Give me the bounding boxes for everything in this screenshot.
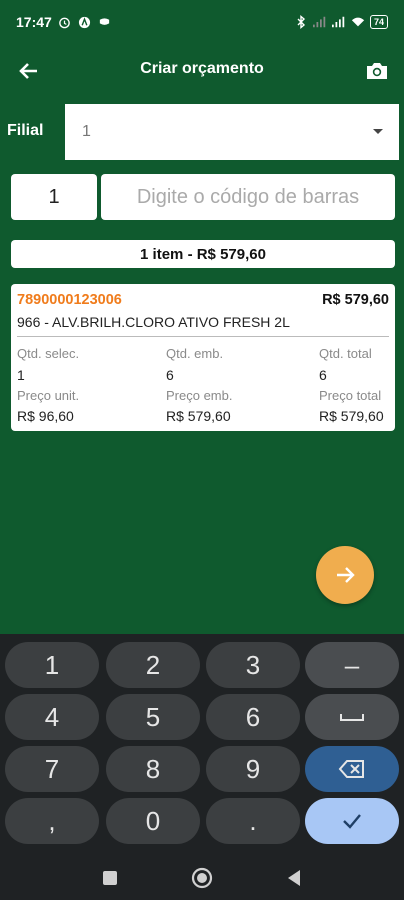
next-button[interactable] [316, 546, 374, 604]
key-0[interactable]: 0 [106, 798, 200, 844]
key-6[interactable]: 6 [206, 694, 300, 740]
filial-dropdown[interactable]: 1 [65, 104, 399, 160]
item-description: 966 - ALV.BRILH.CLORO ATIVO FRESH 2L [17, 314, 290, 330]
arrow-right-icon [337, 567, 355, 583]
alarm-icon [58, 15, 72, 29]
key-comma[interactable]: , [5, 798, 99, 844]
key-9[interactable]: 9 [206, 746, 300, 792]
app-notification-icon [78, 15, 92, 29]
camera-icon [367, 63, 387, 79]
status-time: 17:47 [16, 14, 52, 30]
qtd-emb-value: 6 [166, 367, 174, 383]
filial-value: 1 [82, 123, 91, 140]
quantity-input[interactable]: 1 [11, 174, 97, 220]
recents-button[interactable] [100, 868, 120, 888]
preco-emb-label: Preço emb. [166, 388, 233, 403]
key-space[interactable] [305, 694, 399, 740]
system-nav-bar [0, 854, 404, 900]
barcode-input[interactable]: Digite o código de barras [101, 174, 395, 220]
check-icon [343, 814, 361, 829]
qtd-emb-label: Qtd. emb. [166, 346, 224, 361]
camera-button[interactable] [362, 56, 392, 86]
home-button[interactable] [190, 866, 214, 890]
bluetooth-icon [294, 15, 308, 29]
signal-5g-icon [331, 15, 346, 29]
key-5[interactable]: 5 [106, 694, 200, 740]
preco-unit-label: Preço unit. [17, 388, 80, 403]
item-barcode: 7890000123006 [17, 292, 122, 308]
key-7[interactable]: 7 [5, 746, 99, 792]
chat-notification-icon [98, 15, 112, 29]
item-price-total: R$ 579,60 [322, 292, 389, 308]
app-bar: Criar orçamento [0, 44, 404, 98]
key-minus[interactable]: – [305, 642, 399, 688]
triangle-back-icon [288, 870, 300, 886]
wifi-icon [351, 15, 365, 29]
backspace-icon [338, 760, 364, 778]
square-icon [103, 871, 117, 885]
qtd-total-value: 6 [319, 367, 327, 383]
status-bar: 17:47 74 [0, 0, 404, 44]
preco-emb-value: R$ 579,60 [166, 408, 231, 424]
key-3[interactable]: 3 [206, 642, 300, 688]
key-delete[interactable] [305, 746, 399, 792]
key-enter[interactable] [305, 798, 399, 844]
key-period[interactable]: . [206, 798, 300, 844]
filial-row: Filial 1 [0, 104, 404, 160]
key-4[interactable]: 4 [5, 694, 99, 740]
back-nav-button[interactable] [284, 868, 304, 888]
qtd-selec-label: Qtd. selec. [17, 346, 80, 361]
key-8[interactable]: 8 [106, 746, 200, 792]
filial-label: Filial [7, 122, 44, 139]
numeric-keyboard: 1 2 3 – 4 5 6 7 8 9 , 0 . [0, 634, 404, 854]
qtd-total-label: Qtd. total [319, 346, 372, 361]
key-2[interactable]: 2 [106, 642, 200, 688]
preco-total-value: R$ 579,60 [319, 408, 384, 424]
chevron-down-icon [373, 129, 383, 134]
signal-weak-icon [312, 15, 327, 29]
key-1[interactable]: 1 [5, 642, 99, 688]
space-icon [340, 714, 364, 721]
order-summary: 1 item - R$ 579,60 [11, 240, 395, 268]
preco-unit-value: R$ 96,60 [17, 408, 74, 424]
circle-icon [191, 867, 213, 889]
battery-level: 74 [369, 15, 388, 29]
item-card[interactable]: 7890000123006 R$ 579,60 966 - ALV.BRILH.… [11, 284, 395, 431]
qtd-selec-value: 1 [17, 367, 25, 383]
preco-total-label: Preço total [319, 388, 382, 403]
page-title: Criar orçamento [140, 60, 264, 77]
divider [17, 336, 389, 337]
